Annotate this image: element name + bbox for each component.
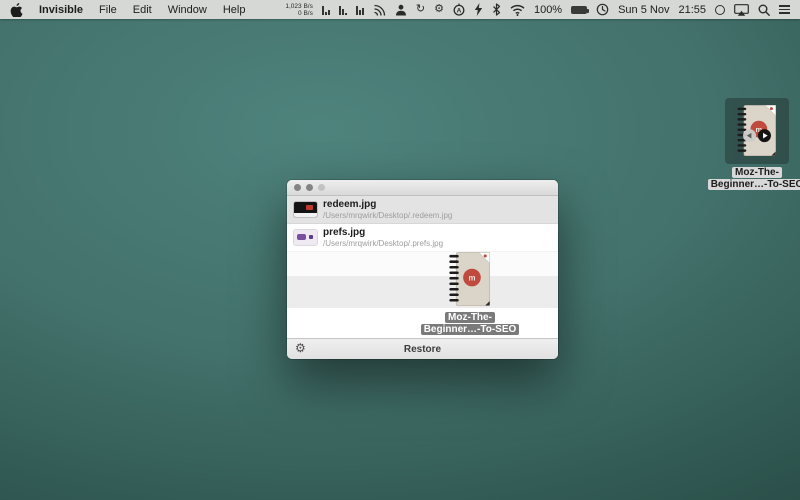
menu-bar: Invisible File Edit Window Help 1,023 B/… bbox=[0, 0, 800, 19]
menu-bar-left: Invisible File Edit Window Help bbox=[10, 3, 245, 17]
vpn-status-icon[interactable]: A bbox=[453, 3, 465, 16]
menu-edit[interactable]: Edit bbox=[133, 4, 152, 16]
file-path: /Users/mrqwirk/Desktop/.prefs.jpg bbox=[323, 239, 552, 249]
time-machine-icon[interactable] bbox=[596, 3, 609, 16]
desktop[interactable]: Invisible File Edit Window Help 1,023 B/… bbox=[0, 0, 800, 500]
cpu-monitor-icon[interactable] bbox=[322, 4, 330, 15]
gear-menu-icon[interactable]: ⚙ bbox=[434, 4, 444, 15]
network-speed-indicator[interactable]: 1,023 B/s 0 B/s bbox=[285, 3, 312, 17]
menu-bar-status-area: 1,023 B/s 0 B/s bbox=[285, 3, 790, 17]
net-download-speed: 0 B/s bbox=[298, 10, 313, 17]
spiral-notebook-document-icon: m bbox=[448, 251, 492, 308]
bluetooth-icon[interactable] bbox=[492, 3, 501, 16]
svg-text:m: m bbox=[468, 273, 475, 282]
window-bottom-bar: ⚙ Restore bbox=[287, 338, 558, 359]
desktop-icon-label: Moz-The- Beginner…-To-SEO bbox=[708, 166, 800, 190]
user-account-icon[interactable] bbox=[395, 4, 407, 16]
power-bolt-icon[interactable] bbox=[474, 3, 483, 16]
file-name: redeem.jpg bbox=[323, 199, 552, 211]
file-path: /Users/mrqwirk/Desktop/.redeem.jpg bbox=[323, 211, 552, 221]
active-app-name[interactable]: Invisible bbox=[39, 4, 83, 16]
file-list-row-prefs[interactable]: prefs.jpg /Users/mrqwirk/Desktop/.prefs.… bbox=[287, 224, 558, 252]
sync-icon[interactable]: ↻ bbox=[416, 4, 425, 15]
wifi-icon[interactable] bbox=[510, 4, 525, 16]
window-minimize-button[interactable] bbox=[306, 184, 313, 191]
file-thumbnail-redeem bbox=[294, 202, 317, 217]
window-titlebar[interactable] bbox=[287, 180, 558, 196]
airplay-display-icon[interactable] bbox=[734, 4, 749, 16]
window-close-button[interactable] bbox=[294, 184, 301, 191]
signal-waves-icon[interactable] bbox=[373, 4, 386, 16]
desktop-file-icon-moz-pdf[interactable]: m Moz-The- Beginner…-To-SEO bbox=[714, 98, 800, 190]
notification-center-icon[interactable] bbox=[779, 5, 790, 14]
file-list-row-redeem[interactable]: redeem.jpg /Users/mrqwirk/Desktop/.redee… bbox=[287, 196, 558, 224]
desktop-icon-label-line1: Moz-The- bbox=[732, 167, 782, 178]
svg-text:A: A bbox=[457, 8, 462, 15]
file-thumbnail-prefs bbox=[294, 230, 317, 245]
menu-window[interactable]: Window bbox=[168, 4, 207, 16]
drag-item-label: Moz-The- Beginner…-To-SEO bbox=[421, 311, 520, 335]
file-name: prefs.jpg bbox=[323, 227, 552, 239]
desktop-icon-label-line2: Beginner…-To-SEO bbox=[708, 179, 800, 190]
restore-button[interactable]: Restore bbox=[287, 344, 558, 355]
apple-menu-icon[interactable] bbox=[10, 3, 23, 17]
net-upload-speed: 1,023 B/s bbox=[285, 3, 312, 10]
drag-label-line2: Beginner…-To-SEO bbox=[421, 324, 520, 335]
siri-icon[interactable] bbox=[715, 5, 725, 15]
spiral-notebook-document-icon: m bbox=[736, 104, 778, 158]
disk-monitor-icon[interactable] bbox=[356, 4, 364, 15]
battery-icon[interactable] bbox=[571, 6, 587, 14]
icon-selection-highlight: m bbox=[725, 98, 789, 164]
window-zoom-button[interactable] bbox=[318, 184, 325, 191]
battery-percentage: 100% bbox=[534, 4, 562, 16]
menu-help[interactable]: Help bbox=[223, 4, 246, 16]
menu-bar-date[interactable]: Sun 5 Nov bbox=[618, 4, 669, 16]
menu-file[interactable]: File bbox=[99, 4, 117, 16]
drag-label-line1: Moz-The- bbox=[445, 312, 495, 323]
memory-monitor-icon[interactable] bbox=[339, 4, 347, 15]
spotlight-search-icon[interactable] bbox=[758, 4, 770, 16]
settings-gear-button[interactable]: ⚙ bbox=[295, 341, 306, 355]
menu-bar-clock[interactable]: 21:55 bbox=[678, 4, 706, 16]
dragged-file-item[interactable]: m Moz-The- Beginner…-To-SEO bbox=[410, 251, 530, 335]
